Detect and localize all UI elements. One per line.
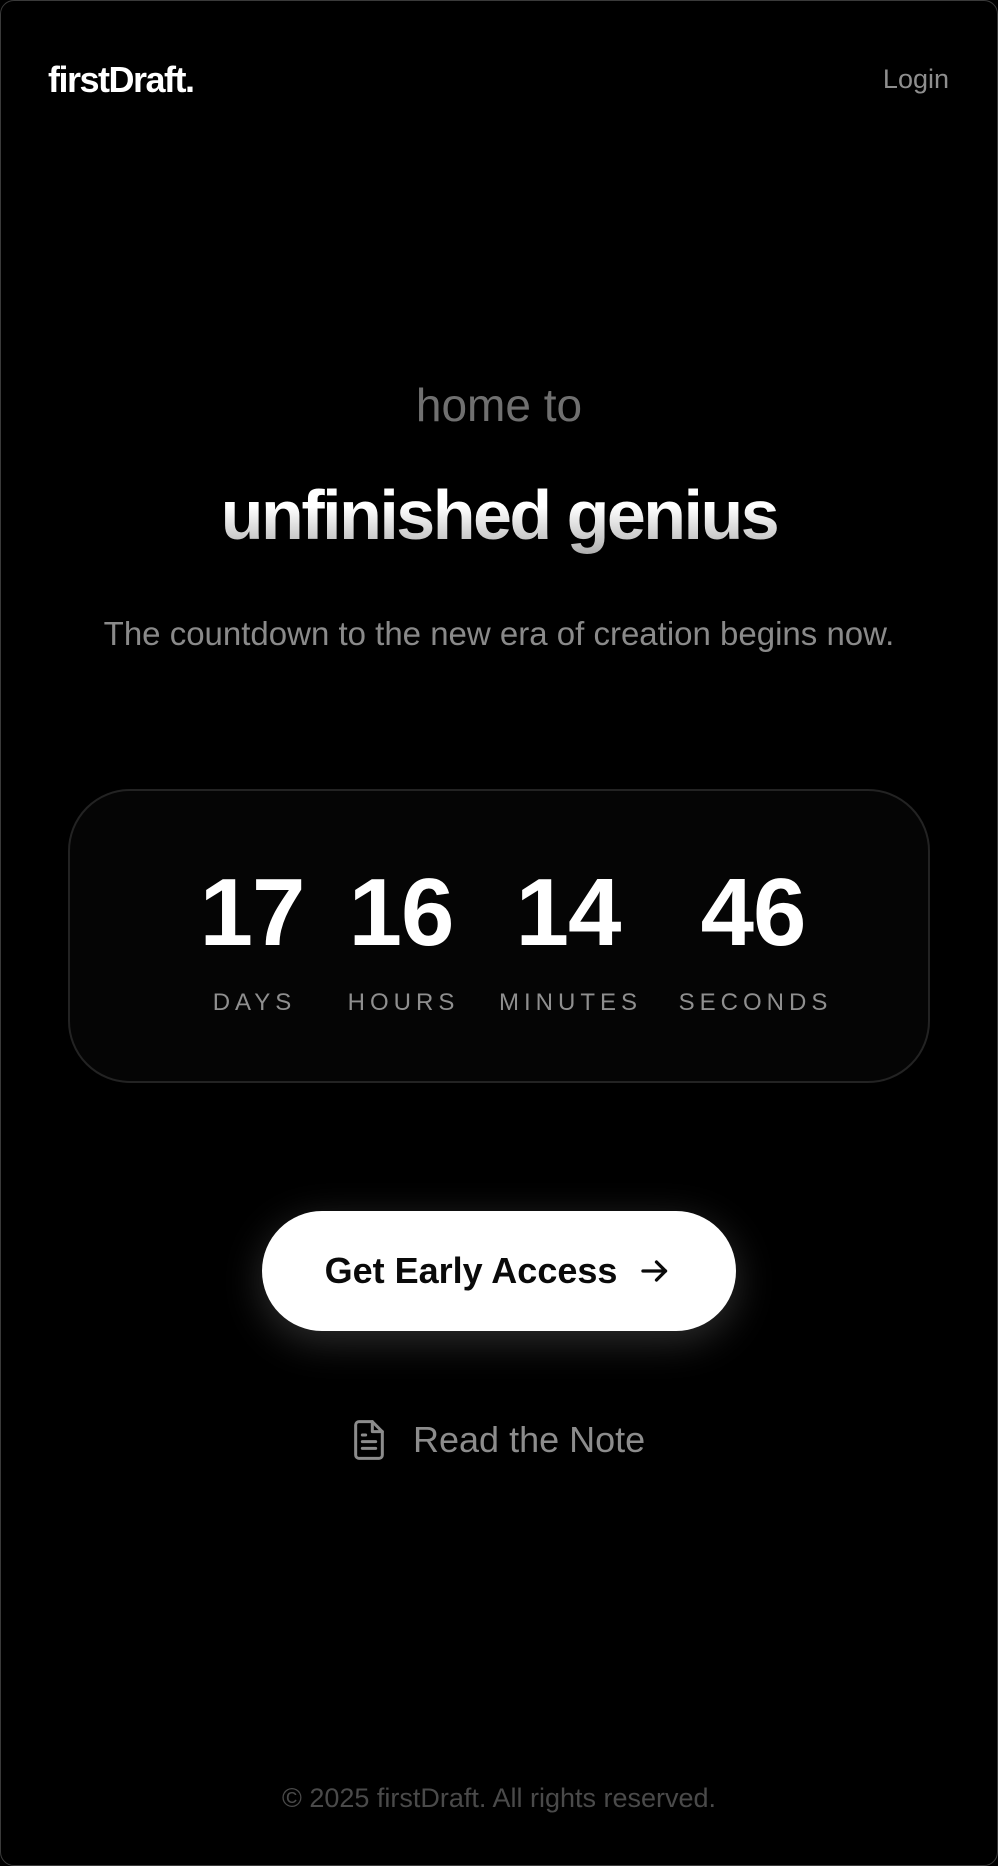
login-link[interactable]: Login [883,63,949,95]
arrow-right-icon [637,1253,673,1289]
get-early-access-button[interactable]: Get Early Access [262,1211,736,1331]
get-early-access-label: Get Early Access [324,1250,618,1291]
read-the-note-label: Read the Note [413,1419,646,1460]
countdown-hours-label: HOURS [347,989,460,1016]
landing-page: firstDraft. Login home to unfinished gen… [0,0,998,1866]
countdown-timer: 17 DAYS 16 HOURS 14 MINUTES 46 SECONDS [68,789,930,1083]
countdown-hours-value: 16 [348,859,455,966]
hero-headline: unfinished genius [1,473,997,557]
countdown-seconds-label: SECONDS [678,989,833,1016]
hero-kicker: home to [415,379,583,431]
hero-subhead: The countdown to the new era of creation… [103,615,895,652]
countdown-days-label: DAYS [212,989,297,1016]
brand-logo[interactable]: firstDraft. [48,59,195,101]
footer-copyright: © 2025 firstDraft. All rights reserved. [281,1783,717,1813]
countdown-days-value: 17 [199,859,306,966]
countdown-minutes-value: 14 [515,859,622,966]
read-the-note-link[interactable]: Read the Note [349,1415,645,1465]
document-icon [349,1418,389,1462]
countdown-minutes-label: MINUTES [499,989,642,1016]
countdown-seconds-value: 46 [700,859,807,966]
